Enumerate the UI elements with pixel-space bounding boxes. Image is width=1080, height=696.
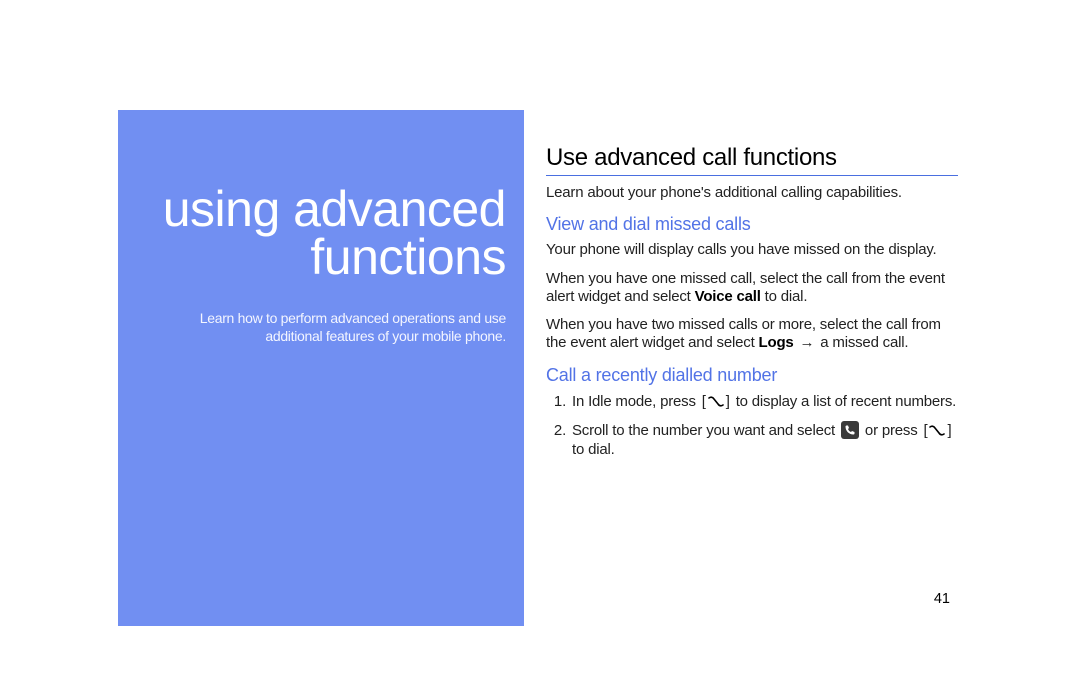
arrow-icon: → (800, 334, 815, 352)
chapter-subtitle: Learn how to perform advanced operations… (118, 310, 506, 345)
manual-page: using advanced functions Learn how to pe… (0, 0, 1080, 696)
chapter-title-line2: functions (118, 232, 506, 282)
bold-label: Logs (759, 334, 794, 351)
subsection-heading: Call a recently dialled number (546, 365, 958, 386)
step-item: Scroll to the number you want and select… (570, 421, 958, 459)
section-intro: Learn about your phone's additional call… (546, 184, 958, 202)
subsection-heading: View and dial missed calls (546, 214, 958, 235)
bold-label: Voice call (695, 288, 761, 305)
dial-key-icon: [ ] (702, 395, 730, 408)
section-heading: Use advanced call functions (546, 144, 958, 172)
chapter-title-line1: using advanced (118, 184, 506, 234)
page-number: 41 (934, 591, 950, 607)
content-column: Use advanced call functions Learn about … (546, 144, 958, 469)
phone-icon (841, 421, 859, 439)
dial-key-icon: [ ] (923, 424, 951, 437)
numbered-steps: In Idle mode, press [ ] to display a lis… (546, 392, 958, 460)
chapter-intro-panel: using advanced functions Learn how to pe… (118, 110, 524, 626)
step-item: In Idle mode, press [ ] to display a lis… (570, 392, 958, 411)
paragraph: Your phone will display calls you have m… (546, 241, 958, 259)
heading-rule (546, 175, 958, 176)
paragraph: When you have one missed call, select th… (546, 270, 958, 307)
chapter-subtitle-line2: additional features of your mobile phone… (265, 328, 506, 344)
paragraph: When you have two missed calls or more, … (546, 316, 958, 353)
chapter-subtitle-line1: Learn how to perform advanced operations… (200, 310, 506, 326)
